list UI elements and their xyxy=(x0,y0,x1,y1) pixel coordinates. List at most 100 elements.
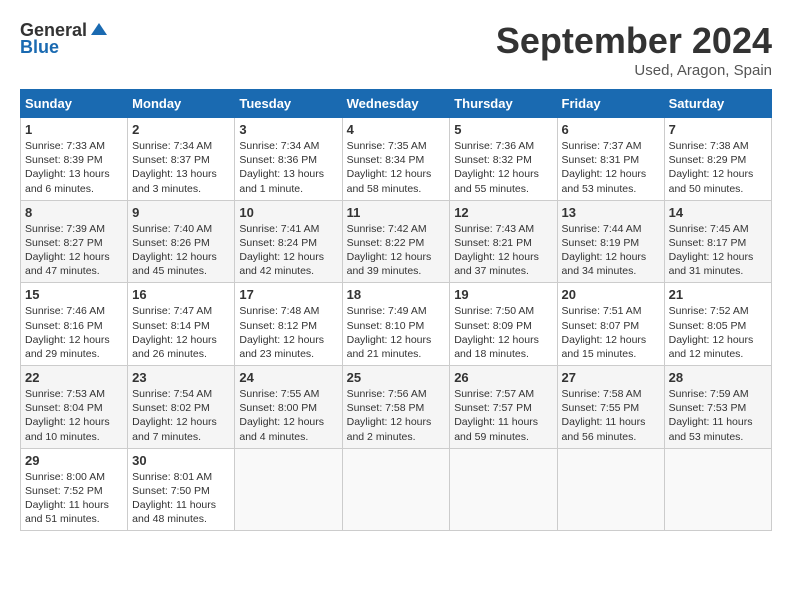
calendar-cell: 3 Sunrise: 7:34 AMSunset: 8:36 PMDaylight… xyxy=(235,118,342,201)
calendar-day-header: Saturday xyxy=(664,90,771,118)
day-number: 13 xyxy=(562,205,660,220)
calendar-cell: 1 Sunrise: 7:33 AMSunset: 8:39 PMDaylight… xyxy=(21,118,128,201)
calendar-cell: 5 Sunrise: 7:36 AMSunset: 8:32 PMDaylight… xyxy=(450,118,557,201)
calendar-cell: 13 Sunrise: 7:44 AMSunset: 8:19 PMDayligh… xyxy=(557,200,664,283)
day-info: Sunrise: 7:55 AMSunset: 8:00 PMDaylight:… xyxy=(239,387,337,444)
day-info: Sunrise: 7:53 AMSunset: 8:04 PMDaylight:… xyxy=(25,387,123,444)
day-number: 12 xyxy=(454,205,552,220)
day-info: Sunrise: 7:44 AMSunset: 8:19 PMDaylight:… xyxy=(562,222,660,279)
calendar-cell: 18 Sunrise: 7:49 AMSunset: 8:10 PMDayligh… xyxy=(342,283,450,366)
day-info: Sunrise: 7:57 AMSunset: 7:57 PMDaylight:… xyxy=(454,387,552,444)
day-number: 28 xyxy=(669,370,767,385)
logo: General Blue xyxy=(20,20,109,58)
calendar-cell: 24Sunrise: 7:55 AMSunset: 8:00 PMDayligh… xyxy=(235,366,342,449)
logo-icon xyxy=(89,21,109,41)
calendar-header: SundayMondayTuesdayWednesdayThursdayFrid… xyxy=(21,90,772,118)
calendar-cell: 2 Sunrise: 7:34 AMSunset: 8:37 PMDaylight… xyxy=(128,118,235,201)
day-number: 15 xyxy=(25,287,123,302)
calendar-cell: 21Sunrise: 7:52 AMSunset: 8:05 PMDayligh… xyxy=(664,283,771,366)
calendar-cell: 28 Sunrise: 7:59 AMSunset: 7:53 PMDayligh… xyxy=(664,366,771,449)
day-info: Sunrise: 7:59 AMSunset: 7:53 PMDaylight:… xyxy=(669,387,767,444)
day-info: Sunrise: 7:56 AMSunset: 7:58 PMDaylight:… xyxy=(347,387,446,444)
calendar-cell: 30 Sunrise: 8:01 AMSunset: 7:50 PMDayligh… xyxy=(128,448,235,531)
calendar-day-header: Wednesday xyxy=(342,90,450,118)
day-info: Sunrise: 7:52 AMSunset: 8:05 PMDaylight:… xyxy=(669,304,767,361)
day-number: 5 xyxy=(454,122,552,137)
location: Used, Aragon, Spain xyxy=(496,62,772,79)
day-info: Sunrise: 7:34 AMSunset: 8:37 PMDaylight:… xyxy=(132,139,230,196)
day-info: Sunrise: 7:41 AMSunset: 8:24 PMDaylight:… xyxy=(239,222,337,279)
day-number: 16 xyxy=(132,287,230,302)
calendar-cell: 9 Sunrise: 7:40 AMSunset: 8:26 PMDaylight… xyxy=(128,200,235,283)
month-title: September 2024 xyxy=(496,20,772,62)
day-number: 10 xyxy=(239,205,337,220)
calendar-day-header: Thursday xyxy=(450,90,557,118)
day-info: Sunrise: 7:47 AMSunset: 8:14 PMDaylight:… xyxy=(132,304,230,361)
calendar-cell: 4Sunrise: 7:35 AMSunset: 8:34 PMDaylight… xyxy=(342,118,450,201)
day-info: Sunrise: 7:49 AMSunset: 8:10 PMDaylight:… xyxy=(347,304,446,361)
calendar-cell xyxy=(235,448,342,531)
day-number: 27 xyxy=(562,370,660,385)
day-number: 26 xyxy=(454,370,552,385)
calendar-cell: 10 Sunrise: 7:41 AMSunset: 8:24 PMDayligh… xyxy=(235,200,342,283)
calendar-week-row: 29Sunrise: 8:00 AMSunset: 7:52 PMDayligh… xyxy=(21,448,772,531)
day-info: Sunrise: 7:37 AMSunset: 8:31 PMDaylight:… xyxy=(562,139,660,196)
calendar-cell: 26 Sunrise: 7:57 AMSunset: 7:57 PMDayligh… xyxy=(450,366,557,449)
calendar-day-header: Tuesday xyxy=(235,90,342,118)
day-number: 17 xyxy=(239,287,337,302)
day-info: Sunrise: 7:34 AMSunset: 8:36 PMDaylight:… xyxy=(239,139,337,196)
calendar-cell: 15 Sunrise: 7:46 AMSunset: 8:16 PMDayligh… xyxy=(21,283,128,366)
title-block: September 2024 Used, Aragon, Spain xyxy=(496,20,772,79)
day-number: 14 xyxy=(669,205,767,220)
day-number: 6 xyxy=(562,122,660,137)
calendar-cell: 6 Sunrise: 7:37 AMSunset: 8:31 PMDaylight… xyxy=(557,118,664,201)
calendar-day-header: Monday xyxy=(128,90,235,118)
calendar-cell: 29Sunrise: 8:00 AMSunset: 7:52 PMDayligh… xyxy=(21,448,128,531)
calendar-week-row: 8Sunrise: 7:39 AMSunset: 8:27 PMDaylight… xyxy=(21,200,772,283)
day-number: 18 xyxy=(347,287,446,302)
day-number: 11 xyxy=(347,205,446,220)
calendar-cell: 14 Sunrise: 7:45 AMSunset: 8:17 PMDayligh… xyxy=(664,200,771,283)
day-number: 23 xyxy=(132,370,230,385)
calendar-table: SundayMondayTuesdayWednesdayThursdayFrid… xyxy=(20,89,772,531)
day-info: Sunrise: 7:45 AMSunset: 8:17 PMDaylight:… xyxy=(669,222,767,279)
day-number: 9 xyxy=(132,205,230,220)
day-number: 2 xyxy=(132,122,230,137)
day-number: 3 xyxy=(239,122,337,137)
calendar-week-row: 1 Sunrise: 7:33 AMSunset: 8:39 PMDaylight… xyxy=(21,118,772,201)
day-info: Sunrise: 7:46 AMSunset: 8:16 PMDaylight:… xyxy=(25,304,123,361)
calendar-cell: 7Sunrise: 7:38 AMSunset: 8:29 PMDaylight… xyxy=(664,118,771,201)
calendar-day-header: Sunday xyxy=(21,90,128,118)
day-number: 19 xyxy=(454,287,552,302)
calendar-cell: 16 Sunrise: 7:47 AMSunset: 8:14 PMDayligh… xyxy=(128,283,235,366)
day-number: 7 xyxy=(669,122,767,137)
calendar-cell xyxy=(342,448,450,531)
day-info: Sunrise: 7:33 AMSunset: 8:39 PMDaylight:… xyxy=(25,139,123,196)
day-number: 22 xyxy=(25,370,123,385)
day-number: 4 xyxy=(347,122,446,137)
calendar-cell: 12 Sunrise: 7:43 AMSunset: 8:21 PMDayligh… xyxy=(450,200,557,283)
day-info: Sunrise: 7:43 AMSunset: 8:21 PMDaylight:… xyxy=(454,222,552,279)
day-number: 25 xyxy=(347,370,446,385)
calendar-day-header: Friday xyxy=(557,90,664,118)
day-number: 30 xyxy=(132,453,230,468)
logo-blue-text: Blue xyxy=(20,37,59,58)
calendar-cell: 25 Sunrise: 7:56 AMSunset: 7:58 PMDayligh… xyxy=(342,366,450,449)
day-info: Sunrise: 8:01 AMSunset: 7:50 PMDaylight:… xyxy=(132,470,230,527)
page-header: General Blue September 2024 Used, Aragon… xyxy=(20,20,772,79)
day-info: Sunrise: 7:36 AMSunset: 8:32 PMDaylight:… xyxy=(454,139,552,196)
day-number: 8 xyxy=(25,205,123,220)
calendar-cell: 20Sunrise: 7:51 AMSunset: 8:07 PMDayligh… xyxy=(557,283,664,366)
day-info: Sunrise: 7:40 AMSunset: 8:26 PMDaylight:… xyxy=(132,222,230,279)
day-number: 20 xyxy=(562,287,660,302)
day-info: Sunrise: 7:58 AMSunset: 7:55 PMDaylight:… xyxy=(562,387,660,444)
day-number: 1 xyxy=(25,122,123,137)
calendar-cell: 19Sunrise: 7:50 AMSunset: 8:09 PMDayligh… xyxy=(450,283,557,366)
day-info: Sunrise: 7:42 AMSunset: 8:22 PMDaylight:… xyxy=(347,222,446,279)
calendar-cell: 8Sunrise: 7:39 AMSunset: 8:27 PMDaylight… xyxy=(21,200,128,283)
calendar-cell xyxy=(557,448,664,531)
day-info: Sunrise: 7:54 AMSunset: 8:02 PMDaylight:… xyxy=(132,387,230,444)
calendar-cell xyxy=(450,448,557,531)
calendar-cell: 17Sunrise: 7:48 AMSunset: 8:12 PMDayligh… xyxy=(235,283,342,366)
calendar-cell xyxy=(664,448,771,531)
